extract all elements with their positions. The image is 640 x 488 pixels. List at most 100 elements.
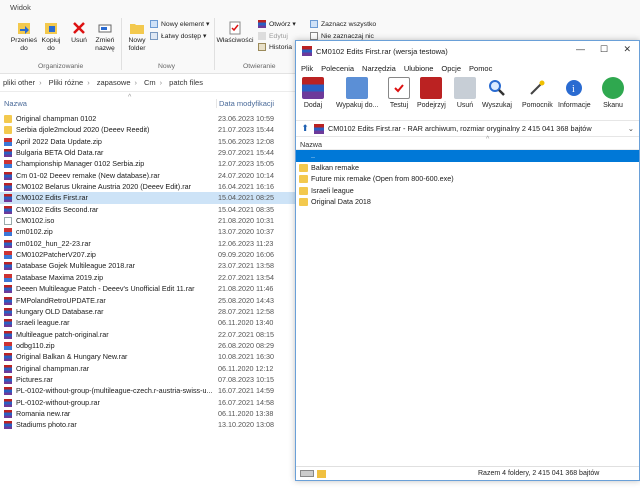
tab-view[interactable]: Widok: [10, 3, 31, 12]
edit-icon: [258, 32, 266, 40]
scan-button[interactable]: Skanu: [602, 77, 624, 109]
menu-item-commands[interactable]: Polecenia: [321, 64, 354, 73]
menu-item-help[interactable]: Pomoc: [469, 64, 492, 73]
file-row[interactable]: Multileague patch-original.rar 22.07.2021…: [0, 329, 296, 340]
file-row[interactable]: Israeli league.rar 06.11.2020 13:40: [0, 317, 296, 328]
chevron-down-icon[interactable]: ⌄: [628, 124, 634, 133]
add-button[interactable]: Dodaj: [302, 77, 324, 109]
file-date: 16.07.2021 14:59: [218, 386, 274, 396]
file-name: CM0102 Edits Second.rar: [16, 204, 99, 214]
file-name: Stadiums photo.rar: [16, 420, 77, 430]
minimize-icon[interactable]: —: [576, 44, 585, 54]
svg-text:i: i: [572, 84, 575, 95]
file-name: Original Balkan & Hungary New.rar: [16, 352, 128, 362]
extract-to-button[interactable]: Wypakuj do...: [336, 77, 378, 109]
view-book-icon: [420, 77, 443, 99]
file-row[interactable]: CM0102 Edits Second.rar 15.04.2021 08:35: [0, 204, 296, 215]
find-magnifier-icon: [485, 77, 508, 99]
file-row[interactable]: Romania new.rar 06.11.2020 13:38: [0, 408, 296, 419]
column-header-date[interactable]: Data modyfikacji: [216, 99, 274, 108]
file-row[interactable]: Original Balkan & Hungary New.rar 10.08.2…: [0, 351, 296, 362]
file-row[interactable]: PL-0102-without-group-(multileague-czech…: [0, 385, 296, 396]
zip-file-icon: [4, 251, 12, 260]
file-name: Deeen Multileague Patch - Deeev's Unoffi…: [16, 284, 195, 294]
delete-button[interactable]: Usuń: [68, 20, 90, 45]
file-row[interactable]: cm0102.zip 13.07.2020 10:37: [0, 226, 296, 237]
file-row[interactable]: Cm 01-02 Deeev remake (New database).rar…: [0, 170, 296, 181]
file-row[interactable]: Hungary OLD Database.rar 28.07.2021 12:58: [0, 306, 296, 317]
rar-file-icon: [4, 171, 12, 180]
rar-file-icon: [4, 262, 12, 271]
file-row[interactable]: FMPolandRetroUPDATE.rar 25.08.2020 14:43: [0, 295, 296, 306]
close-icon[interactable]: ✕: [623, 44, 631, 55]
file-row[interactable]: Serbia djole2mcloud 2020 (Deeev Reedit) 2…: [0, 124, 296, 135]
select-all-button[interactable]: Zaznacz wszystko: [310, 20, 376, 28]
file-row[interactable]: CM0102PatcherV207.zip 09.09.2020 16:06: [0, 249, 296, 260]
breadcrumb-item[interactable]: patch files: [169, 78, 203, 87]
view-button[interactable]: Podejrzyj: [417, 77, 446, 109]
archive-entry-row[interactable]: Balkan remake: [296, 162, 639, 174]
rar-file-icon: [4, 398, 12, 407]
file-date: 22.07.2021 08:15: [218, 329, 274, 339]
rar-file-icon: [4, 387, 12, 396]
rar-file-icon: [4, 409, 12, 418]
file-row[interactable]: CM0102 Edits First.rar 15.04.2021 08:25: [0, 192, 296, 204]
column-header-name[interactable]: Nazwa: [4, 99, 27, 108]
archive-path-bar[interactable]: ⬆ CM0102 Edits First.rar - RAR archiwum,…: [296, 121, 639, 137]
breadcrumb-item[interactable]: Cm: [144, 78, 156, 87]
file-row[interactable]: April 2022 Data Update.zip 15.06.2023 12:…: [0, 136, 296, 147]
file-row[interactable]: Deeen Multileague Patch - Deeev's Unoffi…: [0, 283, 296, 294]
file-row[interactable]: Original champman.rar 06.11.2020 12:12: [0, 363, 296, 374]
file-row[interactable]: Pictures.rar 07.08.2023 10:15: [0, 374, 296, 385]
menu-item-options[interactable]: Opcje: [441, 64, 461, 73]
rename-button[interactable]: Zmień nazwę: [92, 20, 118, 53]
file-row[interactable]: Database Maxima 2019.zip 22.07.2021 13:54: [0, 272, 296, 283]
file-row[interactable]: odbg110.zip 26.08.2020 08:29: [0, 340, 296, 351]
new-folder-button[interactable]: Nowy folder: [124, 20, 150, 53]
wizard-button[interactable]: Pomocnik: [522, 77, 553, 109]
maximize-icon[interactable]: ☐: [600, 44, 608, 55]
breadcrumb-item[interactable]: Pliki różne: [49, 78, 84, 87]
file-row[interactable]: CM0102 Belarus Ukraine Austria 2020 (Dee…: [0, 181, 296, 192]
archive-entry-row[interactable]: Israeli league: [296, 185, 639, 197]
file-row[interactable]: cm0102_hun_22-23.rar 12.06.2023 11:23: [0, 238, 296, 249]
rar-file-icon: [4, 183, 12, 192]
file-row[interactable]: CM0102.iso 21.08.2020 10:31: [0, 215, 296, 226]
easy-access-button[interactable]: Łatwy dostęp ▾: [150, 32, 206, 40]
file-row[interactable]: Database Gojek Multileague 2018.rar 23.07…: [0, 260, 296, 271]
archive-entry-row[interactable]: ..: [296, 150, 639, 162]
select-all-icon: [310, 20, 318, 28]
file-row[interactable]: Championship Manager 0102 Serbia.zip 12.0…: [0, 158, 296, 169]
file-name: Israeli league.rar: [16, 318, 70, 328]
properties-button[interactable]: Właściwości: [217, 20, 254, 45]
open-button[interactable]: Otwórz ▾: [258, 20, 296, 28]
copy-to-button[interactable]: Kopiuj do: [38, 20, 64, 53]
column-header-name[interactable]: Nazwa: [300, 140, 322, 149]
test-button[interactable]: Testuj: [388, 77, 410, 109]
archive-entry-row[interactable]: Original Data 2018: [296, 196, 639, 208]
menu-item-file[interactable]: Plik: [301, 64, 313, 73]
file-row[interactable]: Bulgaria BETA Old Data.rar 29.07.2021 15:…: [0, 147, 296, 158]
find-button[interactable]: Wyszukaj: [482, 77, 512, 109]
menu-item-favorites[interactable]: Ulubione: [404, 64, 434, 73]
file-name: CM0102 Edits First.rar: [16, 193, 88, 203]
file-name: odbg110.zip: [16, 340, 55, 350]
title-bar[interactable]: CM0102 Edits First.rar (wersja testowa) …: [296, 41, 639, 61]
file-row[interactable]: Stadiums photo.rar 13.10.2020 13:08: [0, 419, 296, 430]
move-to-button[interactable]: Przenieś do: [10, 20, 38, 53]
up-arrow-icon[interactable]: ⬆: [299, 123, 311, 135]
file-row[interactable]: PL-0102-without-group.rar 16.07.2021 14:5…: [0, 397, 296, 408]
edit-button[interactable]: Edytuj: [258, 32, 288, 40]
breadcrumb-item[interactable]: pliki other: [3, 78, 35, 87]
select-none-button[interactable]: Nie zaznaczaj nic: [310, 32, 374, 40]
chevron-right-icon: ›: [159, 78, 163, 87]
menu-item-tools[interactable]: Narzędzia: [362, 64, 396, 73]
history-button[interactable]: Historia: [258, 43, 292, 51]
file-row[interactable]: Original champman 0102 23.06.2023 10:59: [0, 113, 296, 124]
delete-button[interactable]: Usuń: [454, 77, 476, 109]
info-button[interactable]: i Informacje: [558, 77, 591, 109]
new-item-button[interactable]: Nowy element ▾: [150, 20, 209, 28]
breadcrumb-item[interactable]: zapasowe: [97, 78, 131, 87]
archive-entry-row[interactable]: Future mix remake (Open from 800-600.exe…: [296, 173, 639, 185]
file-date: 21.08.2020 10:31: [218, 216, 274, 226]
